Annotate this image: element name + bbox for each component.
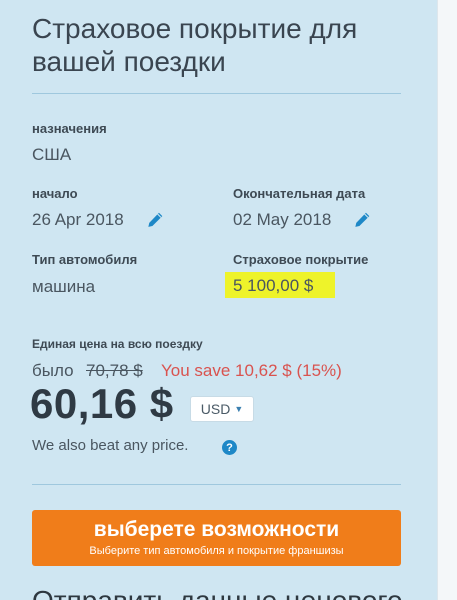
start-date-value: 26 Apr 2018 [32, 210, 124, 229]
old-price: 70,78 $ [86, 361, 143, 380]
current-price: 60,16 $ [30, 380, 174, 427]
start-date-label: начало [32, 186, 78, 201]
coverage-value: 5 100,00 $ [233, 276, 314, 295]
help-icon[interactable]: ? [222, 440, 237, 455]
currency-select[interactable]: USD ▼ [190, 396, 254, 422]
edit-end-date-pencil-icon[interactable] [353, 211, 371, 229]
coverage-label: Страховое покрытие [233, 252, 369, 267]
destination-label: назначения [32, 121, 107, 136]
page-title: Страховое покрытие для вашей поездки [32, 13, 358, 77]
beat-price-text: We also beat any price. [32, 437, 189, 454]
next-section-heading: Отправить данные ценового [32, 585, 403, 600]
currency-value: USD [200, 401, 231, 417]
edit-start-date-pencil-icon[interactable] [146, 211, 164, 229]
trip-summary-panel: Страховое покрытие для вашей поездки наз… [0, 0, 437, 600]
end-date-value: 02 May 2018 [233, 210, 332, 229]
vehicle-type-value: машина [32, 277, 96, 296]
end-date-label: Окончательная дата [233, 186, 366, 201]
was-label: было [32, 361, 74, 380]
caret-down-icon: ▼ [234, 404, 244, 414]
page-edge [437, 0, 457, 600]
divider-bottom [32, 484, 401, 485]
savings-text: You save 10,62 $ (15%) [161, 361, 342, 380]
vehicle-type-label: Тип автомобиля [32, 252, 138, 267]
divider-top [32, 93, 401, 94]
total-price-label: Единая цена на всю поездку [32, 337, 203, 351]
destination-value: США [32, 145, 72, 164]
choose-options-sublabel: Выберите тип автомобиля и покрытие франш… [89, 545, 344, 557]
choose-options-button[interactable]: выберете возможности Выберите тип автомо… [32, 510, 401, 566]
choose-options-label: выберете возможности [93, 518, 340, 541]
